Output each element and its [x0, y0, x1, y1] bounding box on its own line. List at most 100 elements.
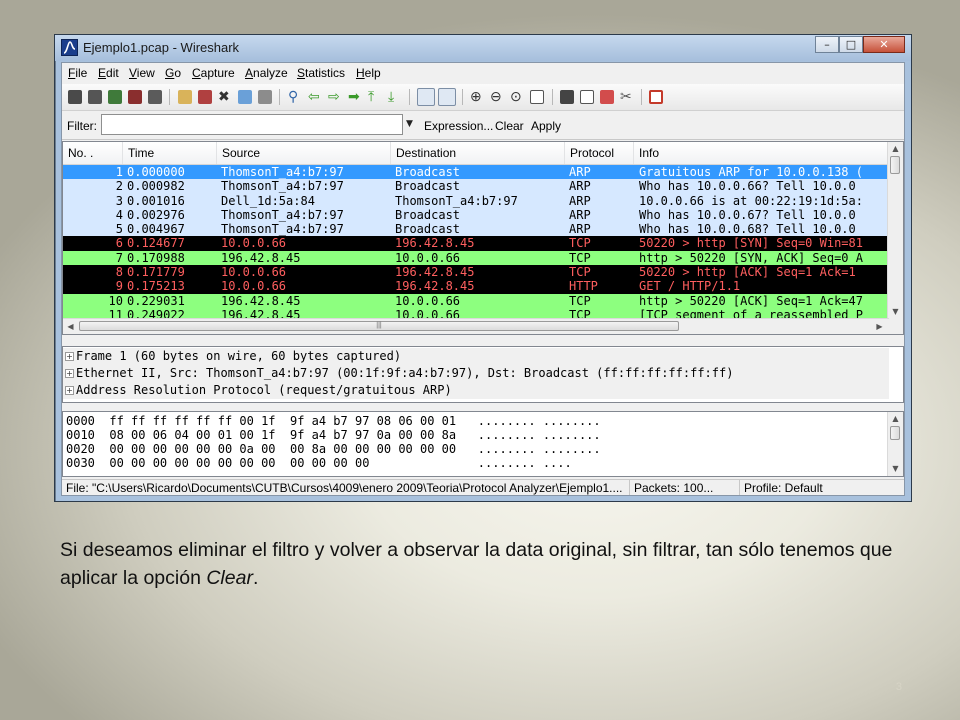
close-button[interactable]: ✕ — [863, 36, 905, 53]
apply-button[interactable]: Apply — [531, 119, 561, 133]
packet-row[interactable]: 9 0.175213 10.0.0.66 196.42.8.45 HTTP GET / H… — [63, 279, 889, 294]
menu-capture[interactable]: Capture — [192, 66, 235, 80]
colorize-icon[interactable] — [417, 88, 435, 106]
filter-input[interactable] — [101, 114, 403, 135]
hex-row[interactable]: 0020 00 00 00 00 00 00 0a 00 00 8a 00 00… — [66, 442, 601, 456]
column-header-protocol[interactable]: Protocol — [565, 142, 634, 164]
menu-statistics[interactable]: Statistics — [297, 66, 345, 80]
menu-view[interactable]: View — [129, 66, 155, 80]
maximize-button[interactable]: □ — [839, 36, 863, 53]
packet-row[interactable]: 8 0.171779 10.0.0.66 196.42.8.45 TCP 50220 > … — [63, 265, 889, 280]
menu-help[interactable]: Help — [356, 66, 381, 80]
scroll-thumb[interactable] — [890, 156, 900, 174]
packet-row[interactable]: 2 0.000982 ThomsonT_a4:b7:97 Broadcast ARP Wh… — [63, 179, 889, 194]
resize-columns-icon[interactable] — [530, 90, 544, 104]
packet-cell-no: 8 — [115, 265, 123, 280]
detail-row[interactable]: + Address Resolution Protocol (request/g… — [63, 382, 889, 399]
capture-options-icon[interactable] — [88, 90, 102, 104]
open-file-icon[interactable] — [178, 90, 192, 104]
column-header-time[interactable]: Time — [123, 142, 217, 164]
zoom-out-icon[interactable]: ⊖ — [490, 89, 504, 103]
packet-cell-proto: ARP — [569, 193, 591, 208]
preferences-icon[interactable]: ✂ — [620, 89, 634, 103]
minimize-button[interactable]: – — [815, 36, 839, 53]
go-last-icon[interactable]: ⤓ — [388, 89, 402, 103]
packet-cell-no: 9 — [115, 279, 123, 294]
status-profile[interactable]: Profile: Default — [740, 480, 904, 495]
packet-row[interactable]: 10 0.229031 196.42.8.45 10.0.0.66 TCP http > … — [63, 293, 889, 308]
interface-list-icon[interactable] — [68, 90, 82, 104]
hex-row[interactable]: 0010 08 00 06 04 00 01 00 1f 9f a4 b7 97… — [66, 428, 601, 442]
detail-row[interactable]: + Ethernet II, Src: ThomsonT_a4:b7:97 (0… — [63, 365, 889, 382]
packet-rows: 1 0.000000 ThomsonT_a4:b7:97 Broadcast ARP Gr… — [63, 165, 889, 323]
bytes-vscrollbar[interactable]: ▲ ▼ — [887, 412, 903, 476]
menu-edit[interactable]: Edit — [98, 66, 119, 80]
column-header-source[interactable]: Source — [217, 142, 391, 164]
start-capture-icon[interactable] — [108, 90, 122, 104]
packet-list-hscrollbar[interactable]: ◀ ||| ▶ — [63, 318, 889, 334]
normal-size-icon[interactable]: ⊙ — [510, 89, 524, 103]
scroll-thumb[interactable] — [890, 426, 900, 440]
hscroll-thumb[interactable]: ||| — [79, 321, 679, 331]
go-first-icon[interactable]: ⤒ — [368, 89, 382, 103]
save-file-icon[interactable] — [198, 90, 212, 104]
detail-row[interactable]: + Frame 1 (60 bytes on wire, 60 bytes ca… — [63, 348, 889, 365]
find-packet-icon[interactable]: ⚲ — [288, 89, 302, 103]
expand-icon[interactable]: + — [65, 369, 74, 378]
packet-cell-proto: TCP — [569, 236, 591, 251]
scroll-down-icon[interactable]: ▼ — [889, 305, 902, 318]
scroll-left-icon[interactable]: ◀ — [64, 320, 77, 333]
display-filters-icon[interactable] — [580, 90, 594, 104]
packet-cell-dst: 196.42.8.45 — [395, 236, 475, 251]
packet-cell-time: 0.124677 — [127, 236, 185, 251]
column-header-no[interactable]: No. . — [63, 142, 123, 164]
packet-cell-proto: TCP — [569, 265, 591, 280]
wireshark-logo-icon — [61, 39, 78, 56]
coloring-rules-icon[interactable] — [600, 90, 614, 104]
filter-dropdown-icon[interactable]: ▼ — [406, 119, 413, 129]
go-back-icon[interactable]: ⇦ — [308, 89, 322, 103]
packet-cell-src: 10.0.0.66 — [221, 279, 287, 294]
zoom-in-icon[interactable]: ⊕ — [470, 89, 484, 103]
go-forward-icon[interactable]: ⇨ — [328, 89, 342, 103]
caption-end: . — [252, 567, 259, 589]
packet-list-vscrollbar[interactable]: ▲ ▼ — [887, 142, 903, 334]
packet-row[interactable]: 6 0.124677 10.0.0.66 196.42.8.45 TCP 50220 > … — [63, 236, 889, 251]
capture-filters-icon[interactable] — [560, 90, 574, 104]
go-to-packet-icon[interactable]: ➡ — [348, 89, 362, 103]
auto-scroll-icon[interactable] — [438, 88, 456, 106]
packet-cell-info: 50220 > http [SYN] Seq=0 Win=81 — [639, 236, 863, 251]
close-file-icon[interactable]: ✖ — [218, 89, 232, 103]
reload-icon[interactable] — [238, 90, 252, 104]
packet-row[interactable]: 3 0.001016 Dell_1d:5a:84 ThomsonT_a4:b7:97 A… — [63, 193, 889, 208]
packet-row[interactable]: 7 0.170988 196.42.8.45 10.0.0.66 TCP http > 5… — [63, 250, 889, 266]
hex-row[interactable]: 0030 00 00 00 00 00 00 00 00 00 00 00 00… — [66, 456, 572, 470]
toolbar-separator — [552, 89, 553, 105]
packet-cell-dst: Broadcast — [395, 179, 461, 194]
scroll-right-icon[interactable]: ▶ — [873, 320, 886, 333]
packet-cell-src: 10.0.0.66 — [221, 236, 287, 251]
expand-icon[interactable]: + — [65, 386, 74, 395]
column-header-info[interactable]: Info — [634, 142, 889, 164]
packet-row[interactable]: 5 0.004967 ThomsonT_a4:b7:97 Broadcast ARP Wh… — [63, 222, 889, 237]
packet-row[interactable]: 1 0.000000 ThomsonT_a4:b7:97 Broadcast ARP Gr… — [63, 165, 889, 180]
menu-file[interactable]: File — [68, 66, 87, 80]
menu-analyze[interactable]: Analyze — [245, 66, 288, 80]
scroll-up-icon[interactable]: ▲ — [889, 142, 902, 155]
title-bar[interactable]: Ejemplo1.pcap - Wireshark – □ ✕ — [55, 35, 911, 61]
hex-row[interactable]: 0000 ff ff ff ff ff ff 00 1f 9f a4 b7 97… — [66, 414, 601, 428]
packet-list-header: No. . Time Source Destination Protocol I… — [63, 142, 889, 165]
expression-button[interactable]: Expression... — [424, 119, 493, 133]
menu-go[interactable]: Go — [165, 66, 181, 80]
packet-row[interactable]: 4 0.002976 ThomsonT_a4:b7:97 Broadcast ARP Wh… — [63, 207, 889, 223]
column-header-destination[interactable]: Destination — [391, 142, 565, 164]
expand-icon[interactable]: + — [65, 352, 74, 361]
packet-cell-src: 196.42.8.45 — [221, 293, 301, 308]
stop-capture-icon[interactable] — [128, 90, 142, 104]
scroll-down-icon[interactable]: ▼ — [889, 462, 902, 475]
help-icon[interactable] — [649, 90, 663, 104]
restart-capture-icon[interactable] — [148, 90, 162, 104]
clear-button[interactable]: Clear — [495, 119, 524, 133]
print-icon[interactable] — [258, 90, 272, 104]
scroll-up-icon[interactable]: ▲ — [889, 412, 902, 425]
